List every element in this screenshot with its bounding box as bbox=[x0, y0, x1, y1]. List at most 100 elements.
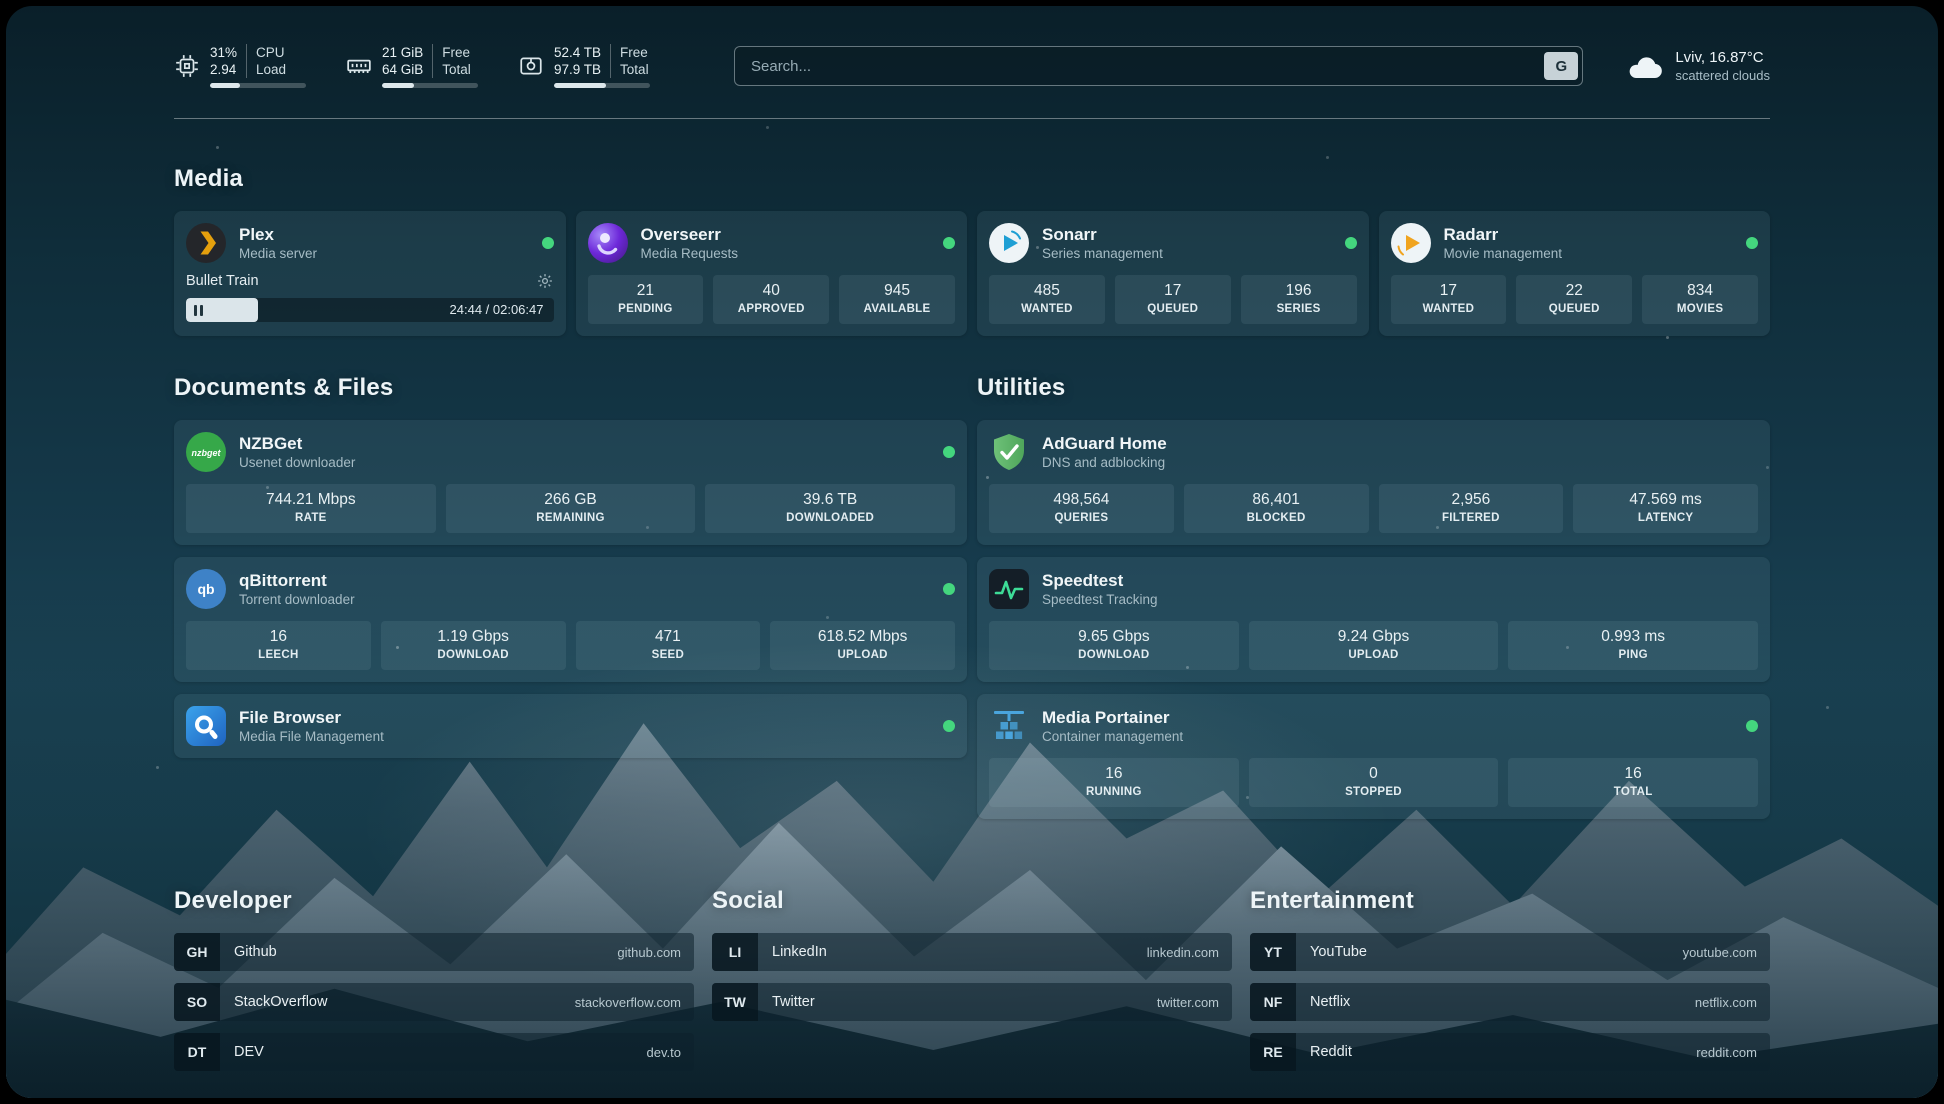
disk-progress-bar bbox=[554, 83, 650, 88]
bookmark-youtube[interactable]: YT YouTube youtube.com bbox=[1250, 933, 1770, 971]
bookmark-twitter[interactable]: TW Twitter twitter.com bbox=[712, 983, 1232, 1021]
bookmark-github[interactable]: GH Github github.com bbox=[174, 933, 694, 971]
service-card-adguard[interactable]: AdGuard Home DNS and adblocking 498,564 … bbox=[977, 420, 1770, 545]
service-subtitle: Media Requests bbox=[641, 245, 739, 262]
cloud-icon bbox=[1627, 51, 1663, 81]
bookmark-abbr: RE bbox=[1250, 1033, 1296, 1071]
cpu-usage-label: CPU bbox=[256, 44, 286, 61]
stat-wanted: 485 WANTED bbox=[989, 275, 1105, 324]
radarr-icon bbox=[1391, 223, 1431, 263]
service-name: Media Portainer bbox=[1042, 707, 1183, 728]
bookmark-abbr: TW bbox=[712, 983, 758, 1021]
stat-latency: 47.569 ms LATENCY bbox=[1573, 484, 1758, 533]
service-name: File Browser bbox=[239, 707, 384, 728]
service-card-speedtest[interactable]: Speedtest Speedtest Tracking 9.65 Gbps D… bbox=[977, 557, 1770, 682]
stat-ping: 0.993 ms PING bbox=[1508, 621, 1758, 670]
bookmark-reddit[interactable]: RE Reddit reddit.com bbox=[1250, 1033, 1770, 1071]
search-provider-button[interactable]: G bbox=[1544, 52, 1578, 80]
memory-total-label: Total bbox=[442, 61, 471, 78]
service-subtitle: Usenet downloader bbox=[239, 454, 355, 471]
bookmark-url: dev.to bbox=[647, 1045, 681, 1060]
service-name: NZBGet bbox=[239, 433, 355, 454]
stat-queued: 17 QUEUED bbox=[1115, 275, 1231, 324]
bookmark-abbr: YT bbox=[1250, 933, 1296, 971]
stat-upload: 618.52 Mbps UPLOAD bbox=[770, 621, 955, 670]
nzbget-icon: nzbget bbox=[186, 432, 226, 472]
service-card-qbittorrent[interactable]: qb qBittorrent Torrent downloader 16 LEE… bbox=[174, 557, 967, 682]
bookmark-abbr: GH bbox=[174, 933, 220, 971]
service-card-plex[interactable]: Plex Media server Bullet Train bbox=[174, 211, 566, 336]
stat-downloaded: 39.6 TB DOWNLOADED bbox=[705, 484, 955, 533]
service-subtitle: Media File Management bbox=[239, 728, 384, 745]
search-input[interactable] bbox=[749, 57, 1544, 76]
cpu-load: 2.94 bbox=[210, 61, 237, 78]
stat-series: 196 SERIES bbox=[1241, 275, 1357, 324]
bookmark-group-entertainment: Entertainment YT YouTube youtube.com NF … bbox=[1250, 887, 1770, 1083]
status-dot bbox=[1746, 237, 1758, 249]
bookmark-name: DEV bbox=[234, 1044, 264, 1060]
cpu-usage: 31% bbox=[210, 44, 237, 61]
service-card-filebrowser[interactable]: File Browser Media File Management bbox=[174, 694, 967, 758]
status-dot bbox=[542, 237, 554, 249]
stat-blocked: 86,401 BLOCKED bbox=[1184, 484, 1369, 533]
header-divider bbox=[174, 118, 1770, 119]
bookmark-url: github.com bbox=[617, 945, 681, 960]
service-card-overseerr[interactable]: Overseerr Media Requests 21 PENDING 40 A… bbox=[576, 211, 968, 336]
bookmark-abbr: NF bbox=[1250, 983, 1296, 1021]
stat-download: 1.19 Gbps DOWNLOAD bbox=[381, 621, 566, 670]
plex-icon bbox=[186, 223, 226, 263]
bookmark-abbr: SO bbox=[174, 983, 220, 1021]
bookmark-name: YouTube bbox=[1310, 944, 1367, 960]
section-media: Media Plex Media server Bullet bbox=[174, 165, 1770, 336]
playback-time: 24:44 / 02:06:47 bbox=[450, 298, 544, 322]
bookmark-abbr: DT bbox=[174, 1033, 220, 1071]
status-dot bbox=[943, 583, 955, 595]
memory-widget: 21 GiB 64 GiB Free Total bbox=[346, 44, 478, 88]
service-subtitle: Series management bbox=[1042, 245, 1163, 262]
service-name: Speedtest bbox=[1042, 570, 1158, 591]
service-card-sonarr[interactable]: Sonarr Series management 485 WANTED 17 Q… bbox=[977, 211, 1369, 336]
bookmark-stackoverflow[interactable]: SO StackOverflow stackoverflow.com bbox=[174, 983, 694, 1021]
section-utilities: Utilities bbox=[977, 374, 1770, 831]
stat-total: 16 TOTAL bbox=[1508, 758, 1758, 807]
section-title-social: Social bbox=[712, 887, 1232, 915]
sonarr-icon bbox=[989, 223, 1029, 263]
stat-running: 16 RUNNING bbox=[989, 758, 1239, 807]
disk-total-label: Total bbox=[620, 61, 649, 78]
disk-free: 52.4 TB bbox=[554, 44, 601, 61]
stat-seed: 471 SEED bbox=[576, 621, 761, 670]
svg-text:nzbget: nzbget bbox=[192, 448, 222, 458]
settings-gear-icon[interactable] bbox=[536, 272, 554, 290]
bookmark-linkedin[interactable]: LI LinkedIn linkedin.com bbox=[712, 933, 1232, 971]
service-name: AdGuard Home bbox=[1042, 433, 1167, 454]
cpu-widget: 31% 2.94 CPU Load bbox=[174, 44, 306, 88]
service-card-portainer[interactable]: Media Portainer Container management 16 … bbox=[977, 694, 1770, 819]
bookmark-dev[interactable]: DT DEV dev.to bbox=[174, 1033, 694, 1071]
service-subtitle: DNS and adblocking bbox=[1042, 454, 1167, 471]
memory-free-label: Free bbox=[442, 44, 471, 61]
disk-icon bbox=[518, 53, 544, 79]
svg-text:qb: qb bbox=[197, 581, 214, 597]
search-bar[interactable]: G bbox=[734, 46, 1583, 86]
bookmark-url: netflix.com bbox=[1695, 995, 1757, 1010]
disk-widget: 52.4 TB 97.9 TB Free Total bbox=[518, 44, 650, 88]
stat-upload: 9.24 Gbps UPLOAD bbox=[1249, 621, 1499, 670]
bookmark-name: Twitter bbox=[772, 994, 815, 1010]
pause-icon[interactable] bbox=[194, 305, 203, 316]
service-subtitle: Torrent downloader bbox=[239, 591, 355, 608]
memory-icon bbox=[346, 53, 372, 79]
plex-progress-bar[interactable]: 24:44 / 02:06:47 bbox=[186, 298, 554, 322]
cpu-load-label: Load bbox=[256, 61, 286, 78]
bookmark-url: twitter.com bbox=[1157, 995, 1219, 1010]
dashboard-screen: 31% 2.94 CPU Load bbox=[6, 6, 1938, 1098]
service-subtitle: Media server bbox=[239, 245, 317, 262]
stat-stopped: 0 STOPPED bbox=[1249, 758, 1499, 807]
service-card-nzbget[interactable]: nzbget NZBGet Usenet downloader 744.21 M… bbox=[174, 420, 967, 545]
stat-pending: 21 PENDING bbox=[588, 275, 704, 324]
stat-queries: 498,564 QUERIES bbox=[989, 484, 1174, 533]
speedtest-icon bbox=[989, 569, 1029, 609]
bookmark-netflix[interactable]: NF Netflix netflix.com bbox=[1250, 983, 1770, 1021]
service-card-radarr[interactable]: Radarr Movie management 17 WANTED 22 QUE… bbox=[1379, 211, 1771, 336]
stat-remaining: 266 GB REMAINING bbox=[446, 484, 696, 533]
bookmark-url: reddit.com bbox=[1696, 1045, 1757, 1060]
